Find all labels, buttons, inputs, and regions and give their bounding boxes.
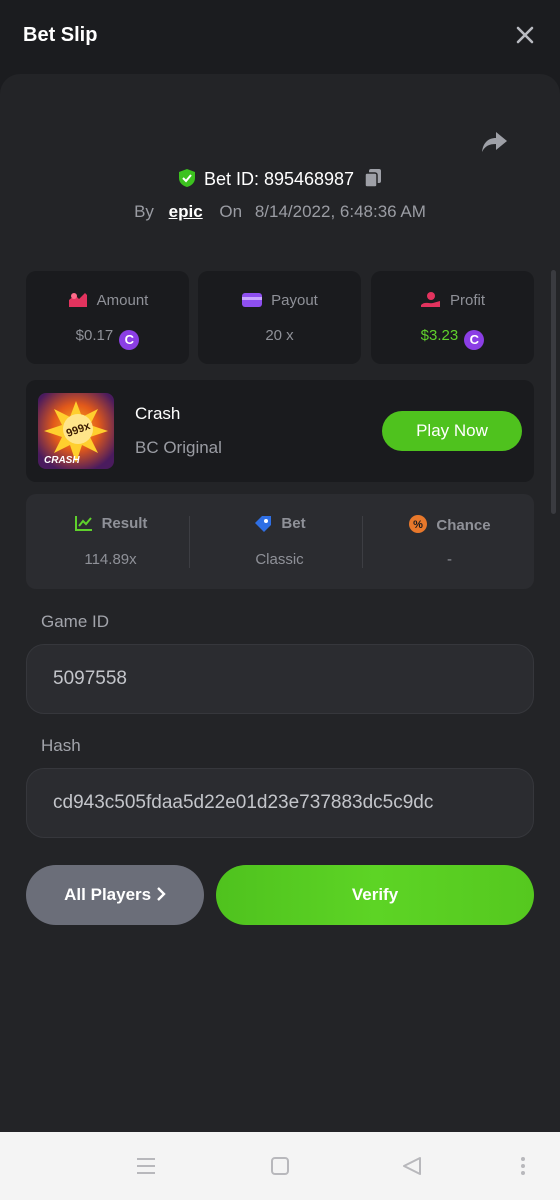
coin-icon: C — [119, 330, 140, 350]
game-name[interactable]: Crash — [135, 404, 180, 424]
back-triangle-icon[interactable] — [402, 1156, 422, 1176]
shield-check-icon — [178, 169, 195, 187]
copy-icon[interactable] — [364, 168, 382, 188]
amount-label: Amount — [96, 292, 149, 309]
percent-icon: % — [409, 515, 428, 533]
result-value: 114.89x — [84, 551, 137, 568]
result-column: Result 114.89x — [26, 494, 195, 589]
home-square-icon[interactable] — [270, 1156, 290, 1176]
payout-card-icon — [242, 293, 263, 307]
by-label: By — [134, 202, 154, 221]
header: Bet Slip — [0, 0, 560, 74]
crash-game-thumbnail[interactable]: 999x CRASH — [38, 393, 114, 469]
all-players-button[interactable]: All Players — [26, 865, 204, 925]
svg-text:%: % — [414, 519, 424, 531]
system-nav-bar — [0, 1132, 560, 1200]
divider — [362, 516, 363, 568]
bet-tag-icon — [255, 516, 272, 532]
divider — [189, 516, 190, 568]
hash-label: Hash — [41, 736, 81, 755]
on-label: On — [219, 202, 243, 221]
chance-label: Chance — [436, 517, 491, 534]
bet-info-card: Result 114.89x Bet Classic % Chance - — [26, 494, 534, 589]
bet-date: 8/14/2022, 6:48:36 AM — [254, 202, 426, 221]
verify-button[interactable]: Verify — [216, 865, 534, 925]
game-provider: BC Original — [135, 438, 222, 457]
chevron-right-icon — [156, 887, 166, 901]
amount-icon — [68, 293, 87, 307]
all-players-label: All Players — [64, 885, 152, 904]
hash-field[interactable]: cd943c505fdaa5d22e01d23e737883dc5c9dc — [26, 768, 534, 838]
profit-icon — [420, 292, 440, 307]
coin-icon: C — [464, 330, 485, 350]
bet-column: Bet Classic — [195, 494, 364, 589]
play-now-button[interactable]: Play Now — [382, 411, 522, 451]
thumb-title: CRASH — [44, 455, 80, 466]
chance-column: % Chance - — [365, 494, 534, 589]
page-title: Bet Slip — [23, 24, 98, 46]
chance-value: - — [447, 551, 452, 568]
profit-label: Profit — [449, 292, 485, 309]
bet-slip-panel: Bet ID: 895468987 By epic On 8/14/2022, … — [0, 74, 560, 1132]
bet-id: Bet ID: 895468987 — [203, 169, 355, 189]
game-id-label: Game ID — [41, 612, 110, 631]
amount-card: Amount $0.17 C — [26, 271, 189, 364]
close-icon[interactable] — [516, 26, 534, 44]
game-card: 999x CRASH Crash BC Original Play Now — [26, 380, 534, 482]
payout-card: Payout 20 x — [198, 271, 361, 364]
menu-icon[interactable] — [136, 1156, 156, 1176]
bet-meta-row: By epic On 8/14/2022, 6:48:36 AM — [0, 202, 560, 222]
game-id-field[interactable]: 5097558 — [26, 644, 534, 714]
profit-card: Profit $3.23 C — [371, 271, 534, 364]
result-label: Result — [101, 515, 148, 532]
more-dots-icon[interactable] — [520, 1156, 526, 1176]
profit-value: $3.23 — [420, 327, 459, 344]
result-chart-icon — [74, 516, 92, 531]
share-icon[interactable] — [480, 130, 508, 154]
payout-value: 20 x — [265, 327, 294, 344]
bet-label: Bet — [281, 515, 306, 532]
scrollbar[interactable] — [551, 270, 556, 514]
amount-value: $0.17 — [75, 327, 114, 344]
username-link[interactable]: epic — [169, 202, 203, 221]
payout-label: Payout — [271, 292, 318, 309]
bet-id-row: Bet ID: 895468987 — [0, 168, 560, 190]
bet-value: Classic — [255, 551, 304, 568]
